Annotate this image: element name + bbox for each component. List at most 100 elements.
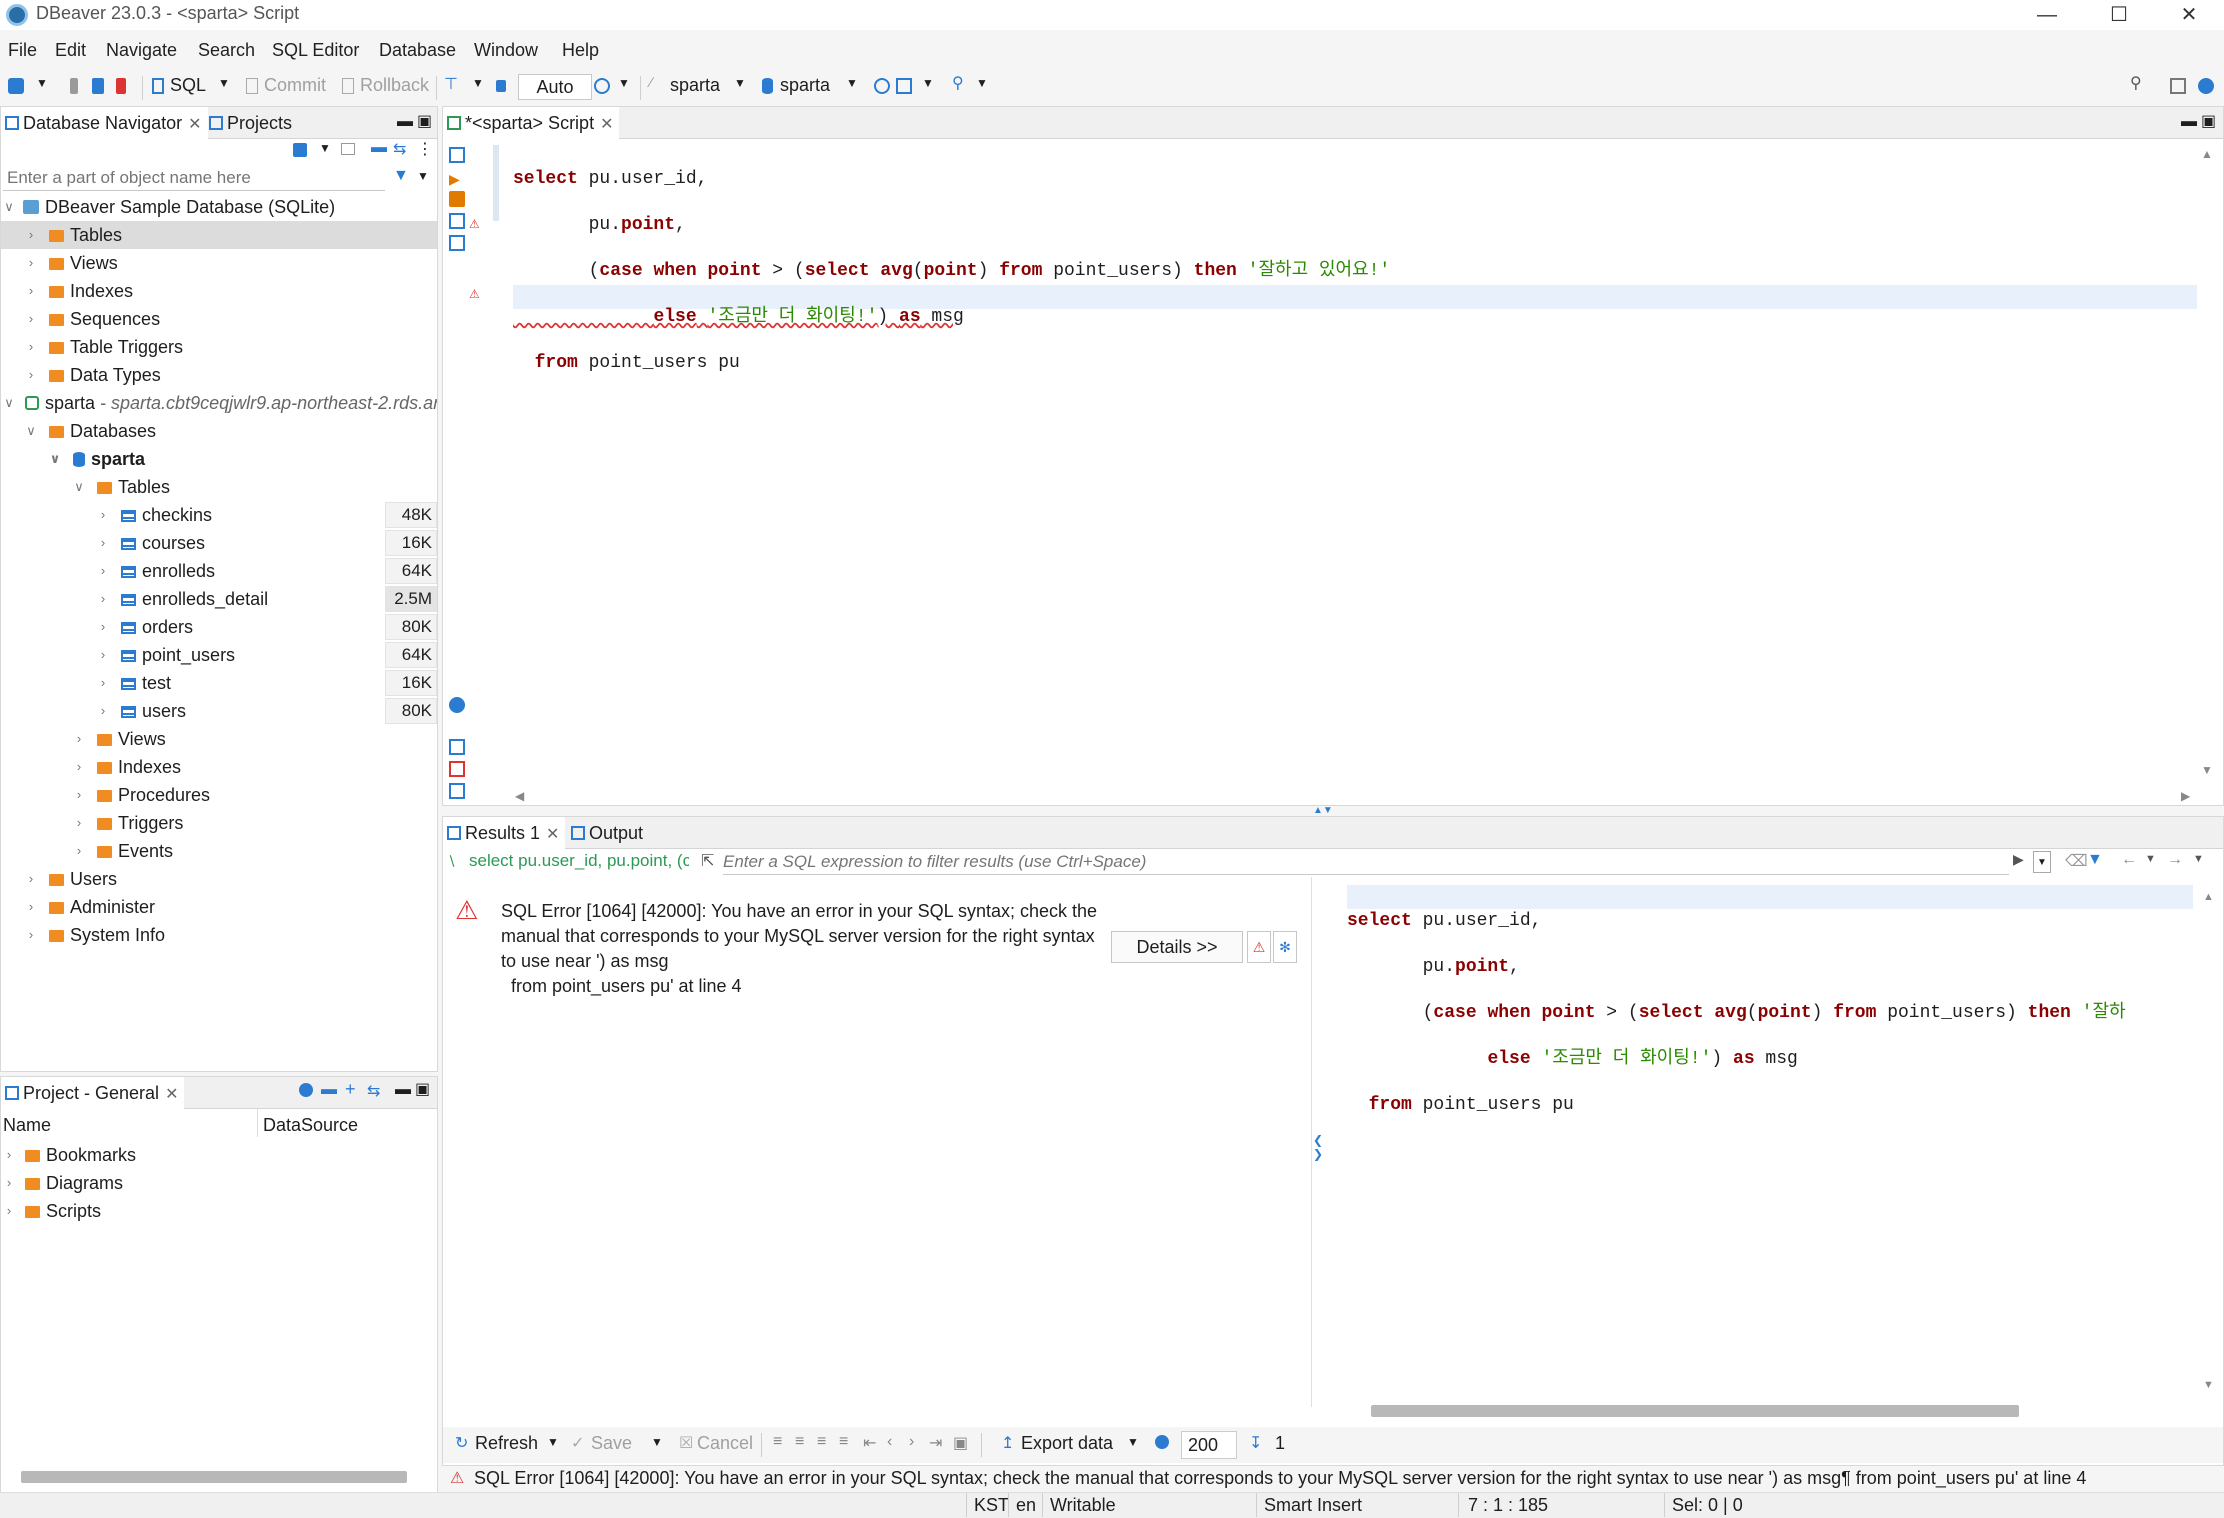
error-log-icon[interactable]: ⚠ (1247, 931, 1271, 963)
maximize-button[interactable]: ☐ (2084, 0, 2154, 30)
chevron-right-icon[interactable]: › (97, 501, 109, 529)
apply-filter-icon[interactable]: ▶ (2013, 851, 2024, 868)
explain-plan-icon[interactable] (449, 191, 465, 207)
export-data-button[interactable]: Export data (1021, 1433, 1113, 1454)
filter-icon[interactable]: ▼ (2087, 851, 2103, 869)
gear-icon[interactable] (1155, 1435, 1169, 1449)
gear-icon[interactable] (299, 1083, 313, 1097)
query-preview[interactable]: select pu.user_id, pu.point, (c (469, 851, 689, 871)
expand-icon[interactable]: ⇱ (701, 851, 714, 871)
clear-filter-icon[interactable]: ⌫ (2065, 851, 2088, 871)
execute-script-icon[interactable]: ▶ (449, 171, 465, 187)
error-query-preview[interactable]: select pu.user_id, pu.point, (case when … (1347, 887, 2193, 1163)
chevron-down-icon[interactable]: ▼ (36, 76, 52, 92)
fetch-size-input[interactable]: 200 (1181, 1431, 1237, 1459)
chevron-right-icon[interactable]: › (3, 1169, 15, 1197)
previous-page-icon[interactable]: ‹ (887, 1433, 892, 1451)
menu-file[interactable]: File (8, 40, 37, 61)
chevron-right-icon[interactable]: › (73, 837, 85, 865)
add-row-icon[interactable]: ≡ (795, 1433, 804, 1451)
refresh-button[interactable]: Refresh (475, 1433, 538, 1454)
lock-icon[interactable] (496, 80, 506, 92)
chevron-down-icon[interactable]: ▼ (976, 76, 992, 92)
active-datasource[interactable]: sparta (670, 75, 720, 96)
chevron-right-icon[interactable]: › (73, 725, 85, 753)
results-filter-input[interactable] (723, 849, 2009, 875)
save-script-icon[interactable] (449, 235, 465, 251)
maximize-panel-icon[interactable]: ▣ (415, 1079, 430, 1099)
gear-icon[interactable] (449, 697, 465, 713)
collapse-icon[interactable]: ▬ (321, 1081, 337, 1099)
chevron-down-icon[interactable]: ▼ (547, 1435, 559, 1449)
scroll-right-icon[interactable]: ▶ (2181, 789, 2190, 803)
first-page-icon[interactable]: ⇤ (863, 1433, 876, 1453)
auto-commit-mode[interactable]: Auto (518, 74, 592, 100)
chevron-down-icon[interactable]: ∨ (25, 417, 37, 445)
edit-icon[interactable]: ≡ (773, 1433, 782, 1451)
table-row[interactable]: › courses 16K (1, 529, 437, 557)
chevron-right-icon[interactable]: › (25, 893, 37, 921)
horizontal-scrollbar[interactable] (1371, 1405, 2019, 1417)
chevron-right-icon[interactable]: › (25, 361, 37, 389)
dbeaver-perspective-icon[interactable] (2198, 78, 2214, 94)
chevron-right-icon[interactable]: › (97, 669, 109, 697)
close-icon[interactable]: ✕ (546, 826, 559, 843)
copy-row-icon[interactable]: ≡ (817, 1433, 826, 1451)
filter-icon[interactable]: ▼ (393, 167, 409, 185)
table-row[interactable]: › point_users 64K (1, 641, 437, 669)
tab-results-1[interactable]: Results 1 ✕ (443, 817, 566, 849)
menu-sql-editor[interactable]: SQL Editor (272, 40, 359, 61)
details-button[interactable]: Details >> (1111, 931, 1243, 963)
fetch-all-icon[interactable]: ▣ (953, 1433, 968, 1453)
navigator-filter-input[interactable] (3, 165, 385, 191)
sql-button[interactable]: SQL (170, 75, 206, 96)
chevron-down-icon[interactable]: ▼ (734, 76, 750, 92)
chevron-down-icon[interactable]: ▼ (2193, 853, 2204, 865)
menu-navigate[interactable]: Navigate (106, 40, 177, 61)
scroll-up-icon[interactable]: ▲ (2203, 891, 2214, 903)
chevron-down-icon[interactable]: ▼ (218, 76, 234, 92)
chevron-right-icon[interactable]: › (25, 333, 37, 361)
tree-item-sample-db[interactable]: ∨ DBeaver Sample Database (SQLite) (1, 193, 437, 221)
chevron-down-icon[interactable]: ∨ (49, 445, 61, 473)
table-row[interactable]: › orders 80K (1, 613, 437, 641)
chevron-right-icon[interactable]: › (25, 305, 37, 333)
load-script-icon[interactable] (449, 213, 465, 229)
chevron-down-icon[interactable]: ∨ (73, 473, 85, 501)
column-header-name[interactable]: Name (3, 1115, 51, 1136)
chevron-down-icon[interactable]: ▼ (472, 76, 488, 92)
global-search-icon[interactable]: ⚲ (2130, 73, 2146, 92)
chevron-right-icon[interactable]: › (25, 277, 37, 305)
save-button[interactable]: Save (591, 1433, 632, 1454)
commit-button[interactable]: Commit (264, 75, 326, 96)
filter-history-dropdown[interactable]: ▼ (2033, 851, 2051, 873)
horizontal-scrollbar[interactable] (21, 1471, 407, 1483)
error-marker-icon[interactable]: ⚠ (469, 217, 480, 231)
chevron-right-icon[interactable]: › (97, 641, 109, 669)
minimize-panel-icon[interactable]: ▬ (2181, 113, 2197, 131)
problems-icon[interactable] (449, 761, 465, 777)
tab-output[interactable]: Output (567, 817, 649, 849)
forward-icon[interactable]: → (2167, 851, 2183, 869)
minimize-button[interactable]: — (2012, 0, 2082, 30)
link-editor-icon[interactable] (341, 143, 355, 155)
collapse-all-icon[interactable]: ▬ (371, 139, 387, 157)
chevron-right-icon[interactable]: › (97, 529, 109, 557)
scroll-down-icon[interactable]: ▼ (2203, 1379, 2214, 1391)
dashboard-icon[interactable] (874, 78, 890, 94)
scroll-left-icon[interactable]: ◀ (515, 789, 524, 803)
active-schema[interactable]: sparta (780, 75, 830, 96)
chevron-right-icon[interactable]: › (25, 921, 37, 949)
outline-icon[interactable] (449, 783, 465, 799)
chevron-down-icon[interactable]: ∨ (3, 193, 15, 221)
close-window-button[interactable]: ✕ (2154, 0, 2224, 30)
chevron-down-icon[interactable]: ▼ (417, 169, 429, 183)
add-icon[interactable]: + (345, 1079, 356, 1100)
column-header-datasource[interactable]: DataSource (263, 1115, 358, 1136)
scroll-up-icon[interactable]: ▲ (2201, 147, 2213, 161)
table-row[interactable]: › test 16K (1, 669, 437, 697)
chevron-right-icon[interactable]: › (25, 249, 37, 277)
next-page-icon[interactable]: › (909, 1433, 914, 1451)
table-row[interactable]: › enrolleds_detail 2.5M (1, 585, 437, 613)
chevron-right-icon[interactable]: › (97, 557, 109, 585)
